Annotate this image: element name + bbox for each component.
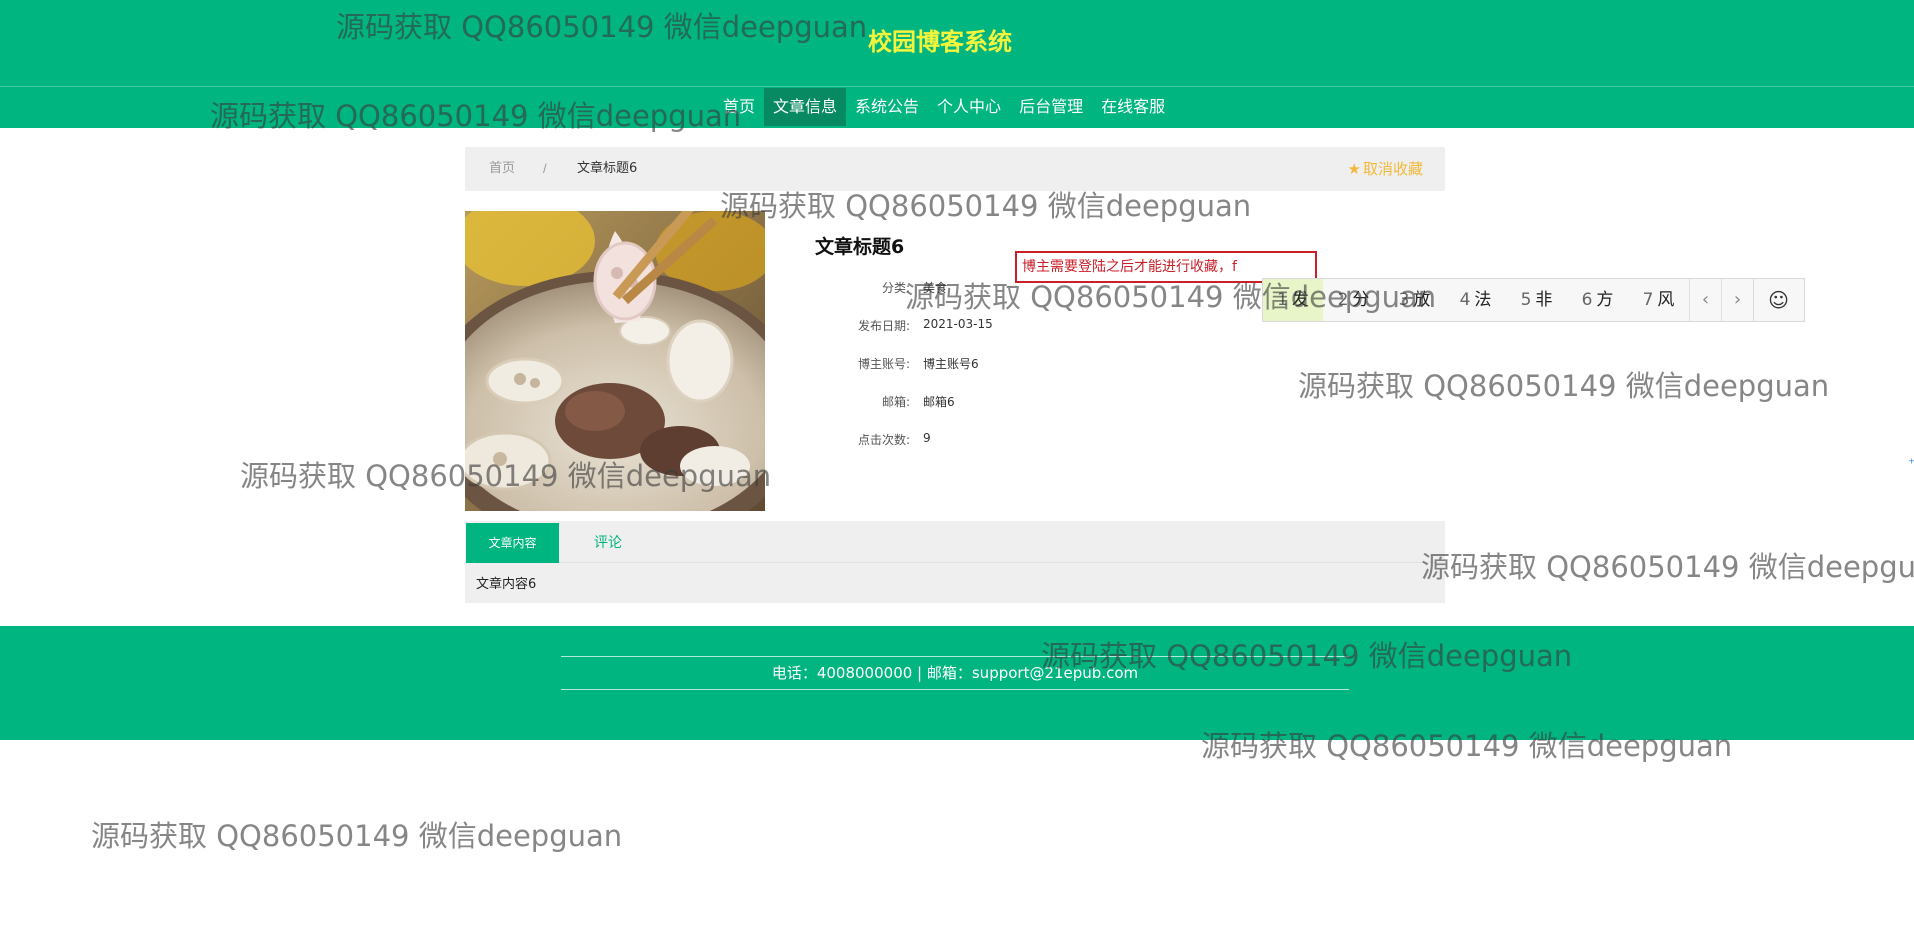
ime-candidate[interactable]: 6方 [1567,279,1628,321]
field-label: 点击次数: [857,433,910,447]
nav-item-personal-center[interactable]: 个人中心 [928,88,1010,126]
ime-emoji-icon[interactable]: ☺ [1753,279,1803,321]
ime-candidate[interactable]: 5非 [1506,279,1567,321]
nav-item-online-service[interactable]: 在线客服 [1092,88,1174,126]
ime-candidate-bar: 1发 2分 3放 4法 5非 6方 7风 ‹ › ☺ [1262,278,1805,322]
ime-candidate[interactable]: 7风 [1628,279,1689,321]
tab-comments[interactable]: 评论 [594,523,622,563]
field-click-count: 点击次数: 9 [800,431,1220,451]
footer-contact: 电话：4008000000 | 邮箱：support@21epub.com [771,664,1139,682]
article-tabs: 文章内容 评论 文章内容6 [465,521,1445,603]
tab-article-content[interactable]: 文章内容 [466,523,559,563]
field-value: 邮箱6 [923,395,955,409]
edge-scroll-marker: ⁺ [1908,455,1914,471]
field-blogger-account: 博主账号: 博主账号6 [800,355,1220,375]
ime-candidate[interactable]: 3放 [1384,279,1445,321]
nav-divider [0,86,1914,87]
breadcrumb-current: 文章标题6 [577,161,638,176]
watermark: 源码获取 QQ86050149 微信deepguan [91,819,623,853]
field-value: 博主账号6 [923,357,979,371]
footer-divider-bottom [561,689,1349,690]
ime-candidate[interactable]: 4法 [1445,279,1506,321]
breadcrumb: 首页 / 文章标题6 ★ 取消收藏 [465,147,1445,191]
ime-next-page-icon[interactable]: › [1721,279,1753,321]
site-footer: 电话：4008000000 | 邮箱：support@21epub.com [0,626,1914,740]
nav-item-announcements[interactable]: 系统公告 [846,88,928,126]
nav-item-home[interactable]: 首页 [714,88,764,126]
tab-header: 文章内容 评论 [465,521,1445,563]
field-email: 邮箱: 邮箱6 [800,393,1220,413]
field-label: 发布日期: [857,319,910,333]
footer-divider-top [561,656,1349,657]
field-label: 邮箱: [881,395,910,409]
site-header: 校园博客系统 首页 文章信息 系统公告 个人中心 后台管理 在线客服 [0,0,1914,128]
nav-item-admin[interactable]: 后台管理 [1010,88,1092,126]
field-label: 博主账号: [857,357,910,371]
unfavorite-button[interactable]: ★ 取消收藏 [1348,147,1423,191]
star-icon: ★ [1347,160,1361,178]
breadcrumb-home-link[interactable]: 首页 [489,147,515,191]
field-value: 9 [923,431,931,445]
ime-prev-page-icon[interactable]: ‹ [1689,279,1721,321]
article-title: 文章标题6 [815,236,905,258]
site-title: 校园博客系统 [868,28,1012,56]
ime-candidate[interactable]: 2分 [1323,279,1384,321]
breadcrumb-separator: / [543,161,547,176]
watermark: 源码获取 QQ86050149 微信deepguan [1298,369,1830,403]
article-image [465,211,765,511]
field-label: 分类: [881,281,910,295]
page: 校园博客系统 首页 文章信息 系统公告 个人中心 后台管理 在线客服 首页 / … [0,0,1914,932]
article-photo [465,211,765,511]
field-value: 美食 [923,281,948,295]
field-publish-date: 发布日期: 2021-03-15 [800,317,1220,337]
main-nav: 首页 文章信息 系统公告 个人中心 后台管理 在线客服 [714,88,1174,126]
field-value: 2021-03-15 [923,317,993,331]
unfavorite-label: 取消收藏 [1362,160,1423,178]
article-content-text: 文章内容6 [476,577,537,592]
ime-candidate[interactable]: 1发 [1263,279,1323,321]
nav-item-articles[interactable]: 文章信息 [764,88,847,126]
watermark: 源码获取 QQ86050149 微信deepguan [1421,550,1914,584]
